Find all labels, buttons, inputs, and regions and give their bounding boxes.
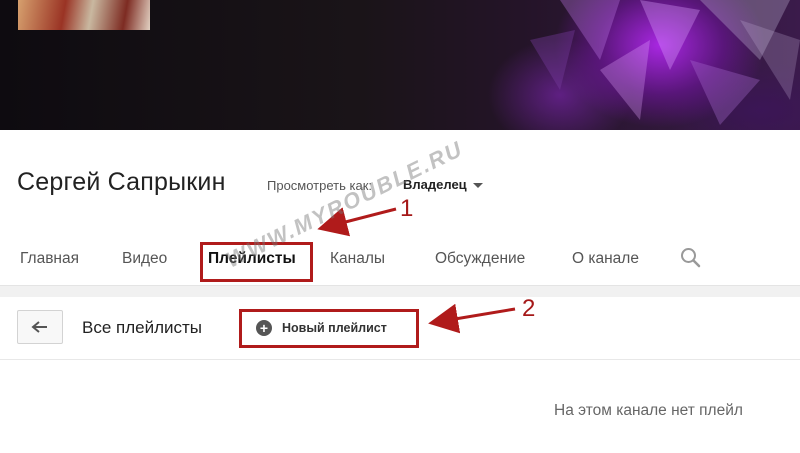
channel-banner <box>0 0 800 130</box>
back-button[interactable] <box>17 310 63 344</box>
tab-home[interactable]: Главная <box>20 250 79 268</box>
tab-discussion[interactable]: Обсуждение <box>435 250 525 268</box>
tab-videos[interactable]: Видео <box>122 250 167 268</box>
all-playlists-title: Все плейлисты <box>82 318 203 337</box>
channel-avatar[interactable] <box>18 0 150 30</box>
caret-down-icon <box>472 183 483 188</box>
back-arrow-icon <box>31 321 47 333</box>
tab-channels[interactable]: Каналы <box>330 250 385 268</box>
annotation-box-2 <box>239 309 419 348</box>
tab-about[interactable]: О канале <box>572 250 639 268</box>
annotation-number-2: 2 <box>522 295 536 322</box>
annotation-number-1: 1 <box>400 195 414 222</box>
search-icon[interactable] <box>680 247 702 269</box>
channel-name: Сергей Сапрыкин <box>17 168 226 196</box>
empty-playlists-message: На этом канале нет плейл <box>554 402 743 419</box>
